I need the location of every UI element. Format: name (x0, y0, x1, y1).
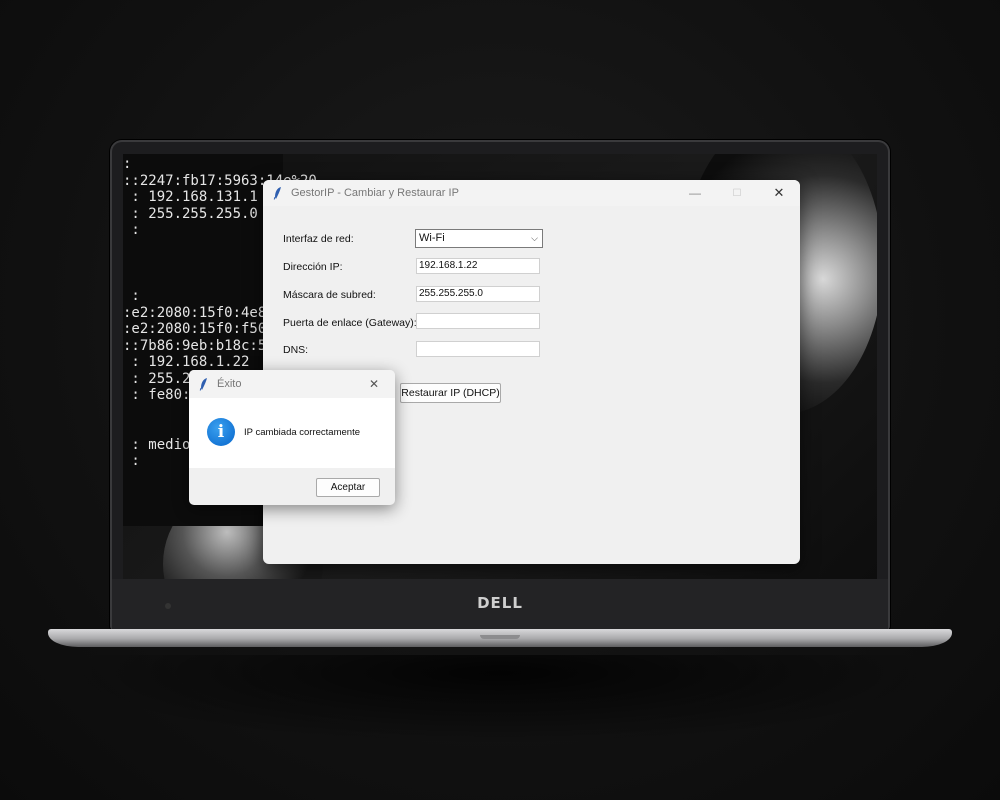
terminal-line: : 192.168.131.1 (123, 189, 258, 205)
interface-value: Wi-Fi (419, 232, 445, 244)
terminal-line: : 255.255.255.0 (123, 205, 258, 222)
terminal-line: :e2:2080:15f0:4e8 (123, 304, 267, 321)
terminal-line: : (123, 222, 140, 238)
feather-icon (273, 187, 281, 200)
success-dialog: Éxito ✕ i IP cambiada correctamente Acep… (189, 370, 395, 505)
chevron-down-icon: ⌵ (531, 233, 538, 243)
terminal-line: : 192.168.1.22 (123, 354, 250, 370)
terminal-line: : (123, 288, 140, 304)
mask-label: Máscara de subred: (283, 289, 376, 301)
restore-ip-button[interactable]: Restaurar IP (DHCP) (400, 383, 501, 403)
ip-field[interactable]: 192.168.1.22 (416, 258, 540, 274)
dialog-titlebar[interactable]: Éxito ✕ (189, 370, 395, 398)
dialog-body: i IP cambiada correctamente (189, 398, 395, 468)
close-button[interactable]: ✕ (758, 180, 800, 206)
info-icon: i (207, 418, 235, 446)
maximize-button[interactable]: ☐ (716, 180, 758, 206)
mask-field[interactable]: 255.255.255.0 (416, 286, 540, 302)
terminal-line: : (123, 156, 132, 172)
dialog-close-button[interactable]: ✕ (359, 371, 389, 397)
accept-button[interactable]: Aceptar (316, 478, 380, 497)
dialog-message: IP cambiada correctamente (244, 427, 360, 438)
terminal-line: ::7b86:9eb:b18c:5 (123, 337, 267, 354)
window-title: GestorIP - Cambiar y Restaurar IP (291, 187, 459, 199)
terminal-line: :e2:2080:15f0:f50 (123, 321, 267, 337)
dell-logo: DELL (477, 594, 523, 612)
dns-field[interactable] (416, 341, 540, 357)
dns-label: DNS: (283, 344, 309, 356)
dialog-title: Éxito (217, 378, 242, 390)
interface-label: Interfaz de red: (283, 233, 354, 245)
window-titlebar[interactable]: GestorIP - Cambiar y Restaurar IP — ☐ ✕ (263, 180, 800, 206)
interface-select[interactable]: Wi-Fi ⌵ (415, 229, 543, 248)
laptop-hinge-notch (480, 635, 520, 639)
feather-icon (199, 378, 207, 391)
ip-label: Dirección IP: (283, 261, 343, 273)
terminal-line: ::2247:fb17:5963:14e%20 (123, 172, 317, 189)
minimize-button[interactable]: — (674, 180, 716, 206)
gateway-field[interactable] (416, 313, 540, 329)
floor-shadow (60, 655, 940, 745)
gateway-label: Puerta de enlace (Gateway): (283, 317, 417, 329)
